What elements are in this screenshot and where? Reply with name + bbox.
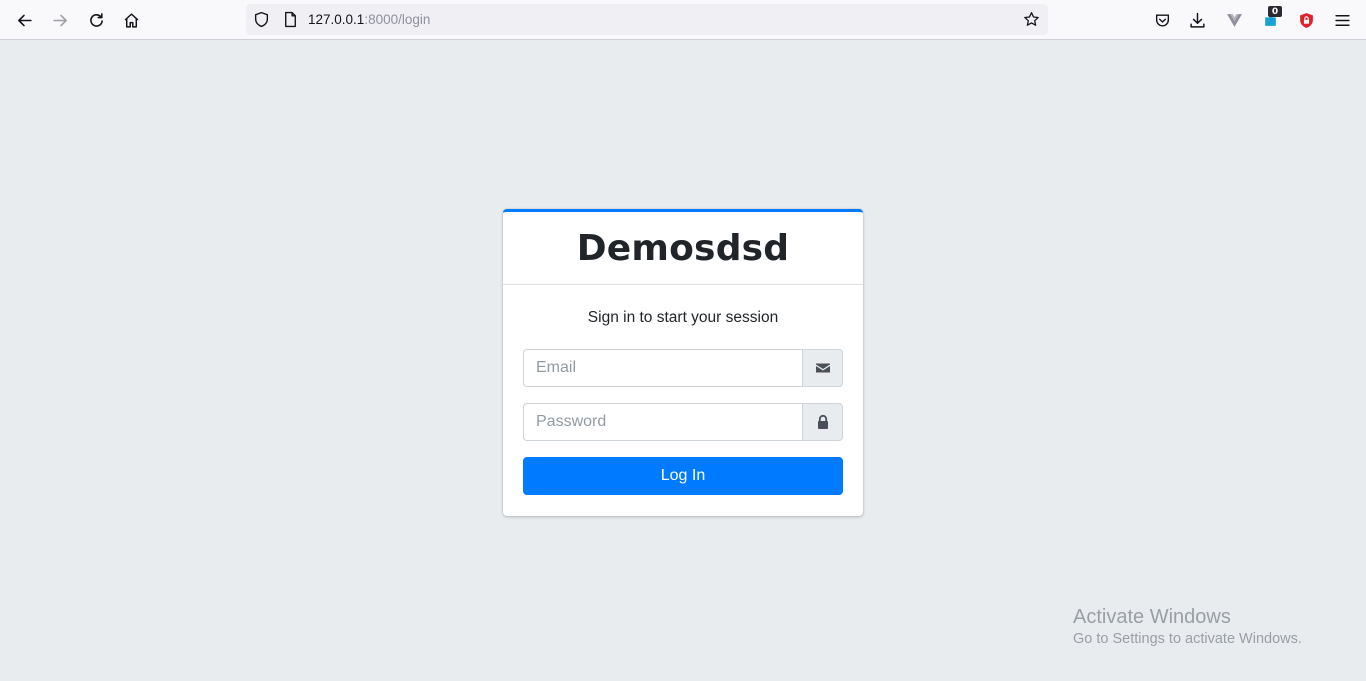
password-addon	[802, 403, 843, 441]
reload-button[interactable]	[80, 4, 112, 36]
password-input-group	[523, 403, 843, 441]
url-path: :8000/login	[364, 12, 431, 27]
email-input[interactable]	[523, 349, 802, 387]
privacy-extension-button[interactable]	[1290, 4, 1322, 36]
url-text[interactable]: 127.0.0.1:8000/login	[308, 12, 430, 27]
red-shield-icon	[1299, 12, 1313, 28]
shield-icon[interactable]	[253, 11, 270, 28]
download-icon	[1189, 12, 1205, 28]
envelope-icon	[815, 363, 830, 373]
address-bar[interactable]: 127.0.0.1:8000/login	[246, 4, 1048, 35]
pocket-button[interactable]	[1146, 4, 1178, 36]
url-host: 127.0.0.1	[308, 12, 365, 27]
login-button[interactable]: Log In	[523, 457, 843, 495]
activate-windows-subtitle: Go to Settings to activate Windows.	[1073, 631, 1302, 647]
brand-title[interactable]: Demosdsd	[577, 228, 790, 269]
hamburger-menu-icon	[1334, 14, 1350, 26]
back-button[interactable]	[8, 4, 40, 36]
reload-icon	[89, 12, 103, 27]
vue-devtools-icon	[1226, 13, 1242, 27]
forward-button[interactable]	[44, 4, 76, 36]
card-header: Demosdsd	[503, 212, 863, 285]
activate-windows-title: Activate Windows	[1073, 606, 1231, 628]
back-arrow-icon	[17, 14, 32, 26]
downloads-button[interactable]	[1181, 4, 1213, 36]
extension-vue-button[interactable]	[1218, 4, 1250, 36]
lock-icon	[817, 414, 828, 429]
password-input[interactable]	[523, 403, 802, 441]
browser-toolbar: 127.0.0.1:8000/login 0	[0, 0, 1366, 40]
forward-arrow-icon	[52, 14, 67, 26]
extension-badge: 0	[1268, 6, 1282, 17]
login-box-message: Sign in to start your session	[587, 309, 779, 326]
home-icon	[124, 12, 138, 28]
email-addon	[802, 349, 843, 387]
home-button[interactable]	[115, 4, 147, 36]
page-icon[interactable]	[282, 11, 299, 28]
bookmark-star-icon[interactable]	[1023, 11, 1040, 28]
email-input-group	[523, 349, 843, 387]
pocket-icon	[1155, 13, 1169, 26]
app-menu-button[interactable]	[1326, 4, 1358, 36]
login-card: Demosdsd Sign in to start your session L…	[503, 209, 863, 516]
